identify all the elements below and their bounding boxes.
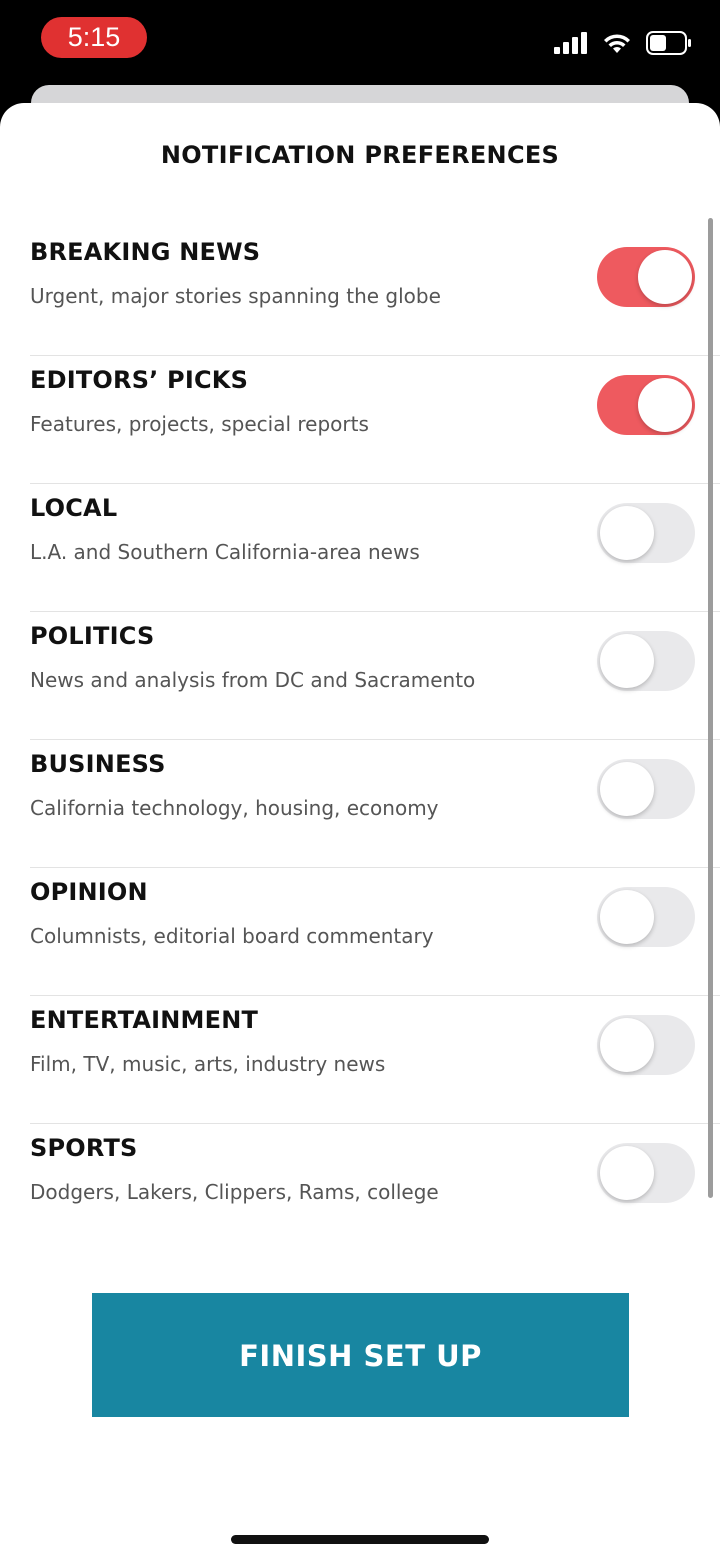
toggle-knob	[638, 378, 692, 432]
scrollbar[interactable]	[708, 218, 713, 1198]
preference-description: Urgent, major stories spanning the globe	[30, 284, 441, 308]
preference-title: BREAKING NEWS	[30, 238, 261, 266]
status-bar: 5:15	[0, 0, 720, 84]
toggle-knob	[600, 762, 654, 816]
status-icons	[554, 30, 692, 60]
preference-title: OPINION	[30, 878, 148, 906]
preference-row-local: LOCAL L.A. and Southern California-area …	[30, 484, 720, 612]
preference-row-politics: POLITICS News and analysis from DC and S…	[30, 612, 720, 740]
status-time: 5:15	[41, 17, 147, 58]
preference-description: News and analysis from DC and Sacramento	[30, 668, 476, 692]
toggle-knob	[600, 634, 654, 688]
entertainment-toggle[interactable]	[597, 1015, 695, 1075]
preference-title: ENTERTAINMENT	[30, 1006, 259, 1034]
preference-description: L.A. and Southern California-area news	[30, 540, 420, 564]
sheet-title: NOTIFICATION PREFERENCES	[160, 141, 560, 169]
politics-toggle[interactable]	[597, 631, 695, 691]
toggle-knob	[600, 890, 654, 944]
cellular-signal-icon	[554, 31, 588, 59]
toggle-knob	[600, 1146, 654, 1200]
preference-title: SPORTS	[30, 1134, 138, 1162]
notification-preferences-sheet: NOTIFICATION PREFERENCES BREAKING NEWS U…	[0, 103, 720, 1560]
toggle-knob	[600, 1018, 654, 1072]
home-indicator[interactable]	[231, 1535, 489, 1544]
preference-title: BUSINESS	[30, 750, 166, 778]
editors-picks-toggle[interactable]	[597, 375, 695, 435]
sports-toggle[interactable]	[597, 1143, 695, 1203]
toggle-knob	[600, 506, 654, 560]
preference-description: California technology, housing, economy	[30, 796, 439, 820]
preference-row-entertainment: ENTERTAINMENT Film, TV, music, arts, ind…	[30, 996, 720, 1124]
preference-title: EDITORS’ PICKS	[30, 366, 249, 394]
wifi-icon	[602, 32, 632, 59]
finish-setup-button[interactable]: FINISH SET UP	[92, 1293, 629, 1417]
breaking-news-toggle[interactable]	[597, 247, 695, 307]
preference-description: Film, TV, music, arts, industry news	[30, 1052, 386, 1076]
preference-row-breaking-news: BREAKING NEWS Urgent, major stories span…	[30, 228, 720, 356]
preference-row-editors-picks: EDITORS’ PICKS Features, projects, speci…	[30, 356, 720, 484]
business-toggle[interactable]	[597, 759, 695, 819]
toggle-knob	[638, 250, 692, 304]
opinion-toggle[interactable]	[597, 887, 695, 947]
preference-title: LOCAL	[30, 494, 118, 522]
local-toggle[interactable]	[597, 503, 695, 563]
preference-row-sports: SPORTS Dodgers, Lakers, Clippers, Rams, …	[30, 1124, 720, 1251]
preference-description: Columnists, editorial board commentary	[30, 924, 434, 948]
preference-description: Features, projects, special reports	[30, 412, 369, 436]
preferences-list: BREAKING NEWS Urgent, major stories span…	[30, 228, 720, 1251]
preference-description: Dodgers, Lakers, Clippers, Rams, college	[30, 1180, 439, 1204]
app-screen: 5:15 NOTIFICATION PREFERENCES BREAKING N…	[0, 0, 720, 1560]
preference-title: POLITICS	[30, 622, 155, 650]
preference-row-business: BUSINESS California technology, housing,…	[30, 740, 720, 868]
preference-row-opinion: OPINION Columnists, editorial board comm…	[30, 868, 720, 996]
battery-icon	[646, 30, 692, 60]
